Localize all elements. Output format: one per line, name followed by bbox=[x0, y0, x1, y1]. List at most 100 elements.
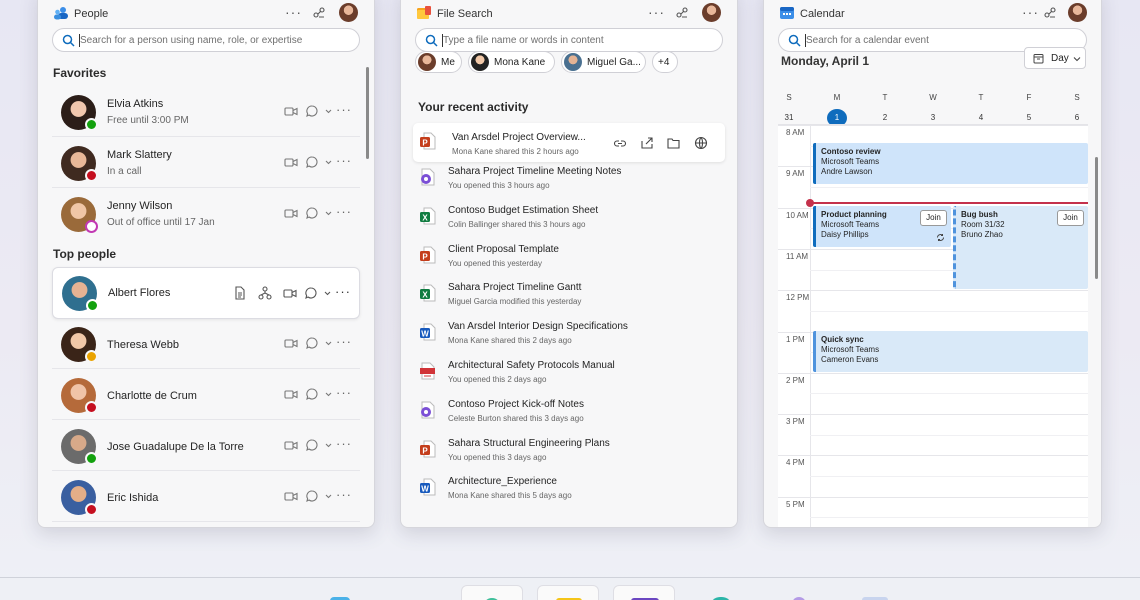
share-icon[interactable] bbox=[640, 136, 654, 150]
video-call-icon[interactable] bbox=[284, 489, 298, 503]
video-call-icon[interactable] bbox=[284, 336, 298, 350]
video-call-icon[interactable] bbox=[284, 387, 298, 401]
chevron-down-icon[interactable] bbox=[324, 206, 333, 220]
file-row[interactable]: W Architecture_Experience Mona Kane shared… bbox=[413, 469, 725, 508]
video-call-icon[interactable] bbox=[284, 438, 298, 452]
filter-chip-person[interactable]: Miguel Ga... bbox=[561, 51, 646, 73]
event-bug-bush[interactable]: Bug bush Room 31/32 Bruno Zhao Join bbox=[953, 206, 1088, 289]
video-call-icon[interactable] bbox=[284, 206, 298, 220]
share-icon[interactable] bbox=[675, 6, 689, 20]
top-person-row[interactable]: Albert Flores ··· bbox=[52, 267, 360, 319]
event-title: Bug bush bbox=[961, 210, 998, 219]
scrollbar[interactable] bbox=[1095, 157, 1098, 279]
chevron-down-icon[interactable] bbox=[324, 155, 333, 169]
document-icon[interactable] bbox=[233, 286, 247, 300]
chat-icon[interactable] bbox=[305, 438, 319, 452]
people-search-input[interactable]: Search for a person using name, role, or… bbox=[52, 28, 360, 52]
top-person-row[interactable]: Jose Guadalupe De la Torre ··· bbox=[52, 422, 360, 471]
file-name: Sahara Project Timeline Gantt bbox=[448, 282, 582, 294]
taskbar-app-button[interactable] bbox=[613, 585, 675, 600]
hour-label: 12 PM bbox=[786, 293, 810, 303]
hour-line bbox=[778, 372, 1088, 374]
open-in-browser-icon[interactable] bbox=[694, 136, 708, 150]
more-options-icon[interactable]: ··· bbox=[336, 385, 352, 400]
taskbar-app-button[interactable] bbox=[537, 585, 599, 600]
file-row[interactable]: P Client Proposal Template You opened this… bbox=[413, 237, 725, 276]
search-placeholder: Search for a calendar event bbox=[806, 35, 929, 46]
file-row[interactable]: W Van Arsdel Interior Design Specificatio… bbox=[413, 314, 725, 353]
event-quick-sync[interactable]: Quick sync Microsoft Teams Cameron Evans bbox=[813, 331, 1088, 372]
calendar-header: Calendar ··· bbox=[764, 1, 1101, 27]
file-row[interactable]: P Van Arsdel Project Overview... Mona Kane… bbox=[413, 123, 725, 162]
file-activity: Celeste Burton shared this 3 days ago bbox=[448, 413, 584, 423]
video-call-icon[interactable] bbox=[283, 286, 297, 300]
chevron-down-icon[interactable] bbox=[324, 387, 333, 401]
chat-icon[interactable] bbox=[305, 387, 319, 401]
more-options-icon[interactable]: ··· bbox=[336, 153, 352, 168]
more-options-icon[interactable]: ··· bbox=[336, 102, 352, 117]
more-options-icon[interactable]: ··· bbox=[336, 204, 352, 219]
video-call-icon[interactable] bbox=[284, 104, 298, 118]
more-options-icon[interactable]: ··· bbox=[336, 487, 352, 502]
file-search-input[interactable]: Type a file name or words in content bbox=[415, 28, 723, 52]
chevron-down-icon[interactable] bbox=[324, 104, 333, 118]
favorite-person-row[interactable]: Elvia Atkins Free until 3:00 PM ··· bbox=[52, 88, 360, 137]
file-activity: You opened this 3 hours ago bbox=[448, 181, 550, 190]
join-button[interactable]: Join bbox=[920, 210, 947, 226]
presence-do-not-disturb-icon bbox=[85, 401, 98, 414]
event-title: Contoso review bbox=[821, 147, 881, 156]
chevron-down-icon[interactable] bbox=[324, 489, 333, 503]
hour-line bbox=[778, 455, 1088, 457]
file-row[interactable]: X Sahara Project Timeline Gantt Miguel Gar… bbox=[413, 275, 725, 314]
more-filters-chip[interactable]: +4 bbox=[652, 51, 678, 73]
chevron-down-icon[interactable] bbox=[324, 438, 333, 452]
avatar bbox=[418, 53, 436, 71]
event-product-planning[interactable]: Product planning Microsoft Teams Daisy P… bbox=[813, 206, 951, 247]
top-person-row[interactable]: Charlotte de Crum ··· bbox=[52, 371, 360, 420]
event-contoso-review[interactable]: Contoso review Microsoft Teams Andre Law… bbox=[813, 143, 1088, 184]
file-row[interactable]: Sahara Project Timeline Meeting Notes You… bbox=[413, 159, 725, 198]
top-person-row[interactable]: Eric Ishida ··· bbox=[52, 473, 360, 522]
day-schedule-grid: 8 AM 9 AM 10 AM 11 AM 12 PM 1 PM 2 PM 3 PM 4 PM 5… bbox=[778, 124, 1098, 527]
taskbar-app-button[interactable] bbox=[461, 585, 523, 600]
filter-chip-person[interactable]: Mona Kane bbox=[468, 51, 555, 73]
chat-icon[interactable] bbox=[305, 206, 319, 220]
join-button[interactable]: Join bbox=[1057, 210, 1084, 226]
file-row[interactable]: Architectural Safety Protocols Manual You… bbox=[413, 353, 725, 392]
chevron-down-icon[interactable] bbox=[324, 336, 333, 350]
chat-icon[interactable] bbox=[305, 155, 319, 169]
scrollbar[interactable] bbox=[366, 67, 369, 159]
chat-icon[interactable] bbox=[305, 336, 319, 350]
file-row[interactable]: P Sahara Structural Engineering Plans You … bbox=[413, 431, 725, 470]
calendar-panel: Calendar ··· Search for a calendar event… bbox=[763, 0, 1102, 528]
org-chart-icon[interactable] bbox=[258, 286, 272, 300]
chevron-down-icon[interactable] bbox=[323, 286, 332, 300]
video-call-icon[interactable] bbox=[284, 155, 298, 169]
more-options-icon[interactable]: ··· bbox=[1022, 4, 1039, 20]
favorite-person-row[interactable]: Mark Slattery In a call ··· bbox=[52, 139, 360, 188]
copy-link-icon[interactable] bbox=[613, 136, 627, 150]
favorite-person-row[interactable]: Jenny Wilson Out of office until 17 Jan … bbox=[52, 190, 360, 239]
more-options-icon[interactable]: ··· bbox=[648, 4, 665, 20]
file-row[interactable]: X Contoso Budget Estimation Sheet Colin Ba… bbox=[413, 198, 725, 237]
top-person-row[interactable]: Theresa Webb ··· bbox=[52, 320, 360, 369]
user-avatar[interactable] bbox=[339, 3, 358, 22]
file-row[interactable]: Contoso Project Kick-off Notes Celeste Bu… bbox=[413, 392, 725, 431]
user-avatar[interactable] bbox=[1068, 3, 1087, 22]
open-folder-icon[interactable] bbox=[667, 136, 681, 150]
share-icon[interactable] bbox=[1043, 6, 1057, 20]
filter-chip-me[interactable]: Me bbox=[415, 51, 462, 73]
hour-label: 9 AM bbox=[786, 169, 805, 179]
chat-icon[interactable] bbox=[305, 104, 319, 118]
user-avatar[interactable] bbox=[702, 3, 721, 22]
view-switcher-button[interactable]: Day bbox=[1024, 47, 1086, 69]
share-icon[interactable] bbox=[312, 6, 326, 20]
more-options-icon[interactable]: ··· bbox=[336, 436, 352, 451]
person-name: Jose Guadalupe De la Torre bbox=[107, 441, 244, 453]
chat-icon[interactable] bbox=[305, 489, 319, 503]
chat-icon[interactable] bbox=[304, 286, 318, 300]
more-options-icon[interactable]: ··· bbox=[285, 4, 302, 20]
file-name: Sahara Structural Engineering Plans bbox=[448, 437, 610, 449]
more-options-icon[interactable]: ··· bbox=[335, 284, 351, 299]
more-options-icon[interactable]: ··· bbox=[336, 334, 352, 349]
